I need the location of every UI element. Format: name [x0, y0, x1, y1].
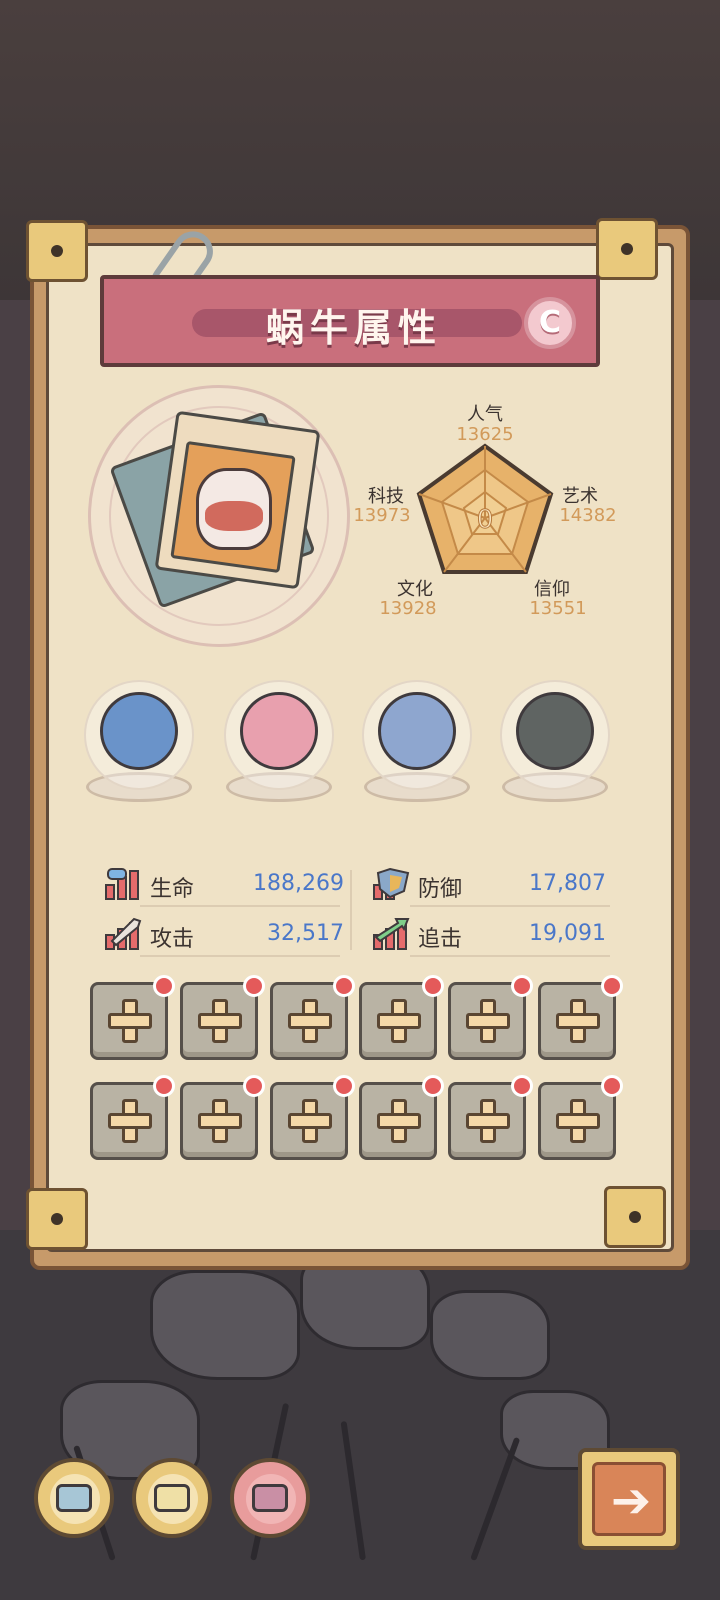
radar-center-value: 0: [477, 505, 494, 535]
plus-icon: [288, 1013, 332, 1029]
mask-icon: [56, 1484, 92, 1512]
stat-row-line: [410, 955, 610, 957]
stat-attack-label: 攻击: [150, 927, 195, 952]
equipment-slot[interactable]: [448, 1075, 533, 1160]
equipment-slot[interactable]: [359, 1075, 444, 1160]
mask-icon: [154, 1484, 190, 1512]
radar-value-tech: 13973: [353, 505, 411, 526]
notification-dot: [333, 975, 355, 997]
grade-badge[interactable]: C: [524, 297, 576, 349]
stat-divider: [350, 870, 352, 950]
notification-dot: [153, 1075, 175, 1097]
compass-icon: [378, 692, 456, 770]
plus-icon: [556, 1113, 600, 1129]
notification-dot: [601, 975, 623, 997]
stat-defense-value: 17,807: [529, 871, 606, 896]
background-rock: [150, 1270, 300, 1380]
plus-icon: [288, 1113, 332, 1129]
radar-value-culture: 13928: [379, 598, 437, 619]
equipment-slot[interactable]: [180, 975, 265, 1060]
equipment-slot[interactable]: [359, 975, 444, 1060]
radar-value-popularity: 13625: [456, 424, 514, 445]
relic-compass[interactable]: [358, 680, 476, 810]
stat-row-line: [140, 905, 340, 907]
stat-defense-label: 防御: [418, 877, 463, 902]
snail-shell-icon: [240, 692, 318, 770]
stat-row-line: [410, 905, 610, 907]
plus-icon: [377, 1013, 421, 1029]
next-button-face: ➔: [592, 1462, 666, 1536]
relic-planet[interactable]: [496, 680, 614, 810]
notification-dot: [601, 1075, 623, 1097]
plus-icon: [466, 1113, 510, 1129]
pursuit-arrow-icon: [373, 918, 410, 950]
life-bars-icon: [105, 868, 139, 900]
nav-button-mask-yellow[interactable]: [132, 1458, 212, 1538]
next-button[interactable]: ➔: [578, 1448, 680, 1550]
radar-label-popularity: 人气: [467, 404, 503, 425]
plus-icon: [198, 1113, 242, 1129]
stat-defense: 防御 17,807: [372, 865, 612, 905]
relic-dna[interactable]: [80, 680, 198, 810]
bolt-icon: [51, 245, 63, 257]
panel-title-bar: 蜗牛属性 C: [100, 275, 600, 367]
frame-corner: [604, 1186, 666, 1248]
equipment-slot[interactable]: [538, 975, 623, 1060]
equipment-slot[interactable]: [448, 975, 533, 1060]
equipment-slot[interactable]: [90, 1075, 175, 1160]
stat-pursuit-label: 追击: [418, 927, 463, 952]
bolt-icon: [51, 1213, 63, 1225]
notification-dot: [243, 975, 265, 997]
plus-icon: [108, 1013, 152, 1029]
notification-dot: [153, 975, 175, 997]
mask-icon: [252, 1484, 288, 1512]
equipment-slot[interactable]: [180, 1075, 265, 1160]
rock-planet-icon: [516, 692, 594, 770]
frame-corner: [26, 1188, 88, 1250]
frame-corner: [26, 220, 88, 282]
notification-dot: [243, 1075, 265, 1097]
stat-life-label: 生命: [150, 877, 195, 902]
radar-value-faith: 13551: [529, 598, 587, 619]
notification-dot: [422, 975, 444, 997]
attribute-radar-chart: 0: [416, 443, 554, 574]
nav-button-mask-pink[interactable]: [230, 1458, 310, 1538]
bolt-icon: [629, 1211, 641, 1223]
stat-pursuit: 追击 19,091: [372, 915, 612, 955]
equipment-slot[interactable]: [90, 975, 175, 1060]
plus-icon: [377, 1113, 421, 1129]
relic-shell[interactable]: [220, 680, 338, 810]
equipment-slot[interactable]: [270, 1075, 355, 1160]
plus-icon: [556, 1013, 600, 1029]
bolt-icon: [621, 243, 633, 255]
notification-dot: [333, 1075, 355, 1097]
equipment-slot[interactable]: [270, 975, 355, 1060]
stat-life: 生命 188,269: [104, 865, 344, 905]
sword-icon: [105, 917, 142, 950]
frame-corner: [596, 218, 658, 280]
equipment-slot[interactable]: [538, 1075, 623, 1160]
radar-value-art: 14382: [559, 505, 617, 526]
stat-attack: 攻击 32,517: [104, 915, 344, 955]
shield-icon: [373, 867, 410, 900]
plus-icon: [466, 1013, 510, 1029]
plus-icon: [108, 1113, 152, 1129]
notification-dot: [422, 1075, 444, 1097]
stat-row-line: [140, 955, 340, 957]
stat-pursuit-value: 19,091: [529, 921, 606, 946]
notification-dot: [511, 1075, 533, 1097]
notification-dot: [511, 975, 533, 997]
arrow-right-icon: ➔: [610, 1473, 652, 1529]
background-rock: [430, 1290, 550, 1380]
mummy-snail-icon: [196, 468, 272, 550]
plus-icon: [198, 1013, 242, 1029]
nav-button-mask-blue[interactable]: [34, 1458, 114, 1538]
dna-icon: [100, 692, 178, 770]
stat-attack-value: 32,517: [267, 921, 344, 946]
stat-life-value: 188,269: [253, 871, 344, 896]
